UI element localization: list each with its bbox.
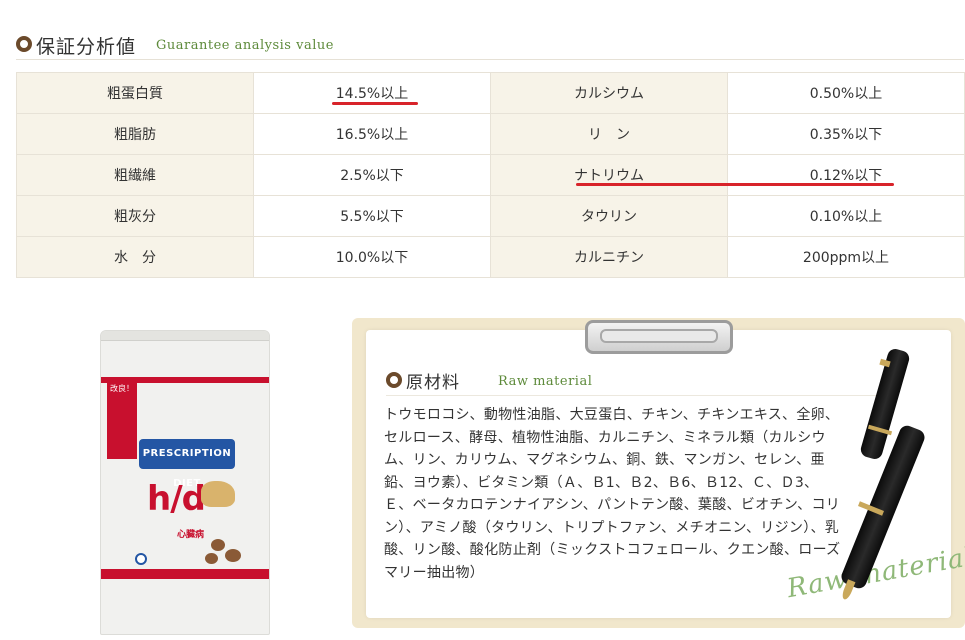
protein-highlight-line [332, 102, 418, 105]
improved-badge: 改良！ [107, 379, 137, 459]
kibble-icon [225, 549, 241, 562]
product-name: h/d [147, 479, 206, 519]
nutrient-value: 0.10%以上 [727, 195, 965, 237]
guarantee-table: 粗蛋白質 14.5%以上 カルシウム 0.50%以上 粗脂肪 16.5%以上 リ… [16, 72, 965, 278]
bag-bottom-band [101, 569, 269, 579]
nutrient-label: タウリン [490, 195, 728, 237]
kibble-icon [211, 539, 225, 551]
nutrient-value: 200ppm以上 [727, 236, 965, 278]
table-row: 粗脂肪 16.5%以上 リ ン 0.35%以下 [16, 113, 965, 155]
nutrient-value: 10.0%以下 [253, 236, 491, 278]
nutrient-label: 粗繊維 [16, 154, 254, 196]
table-row: 粗繊維 2.5%以下 ナトリウム 0.12%以下 [16, 154, 965, 196]
nutrient-value: 0.50%以上 [727, 72, 965, 114]
product-bag-image: 改良！ PRESCRIPTION DIET h/d 心臓病 [100, 330, 270, 635]
raw-material-title: 原材料 [406, 373, 460, 393]
seal-icon [135, 553, 147, 565]
raw-material-header: 原材料 Raw material [386, 366, 886, 396]
nutrient-value: 5.5%以下 [253, 195, 491, 237]
table-row: 粗蛋白質 14.5%以上 カルシウム 0.50%以上 [16, 72, 965, 114]
table-row: 粗灰分 5.5%以下 タウリン 0.10%以上 [16, 195, 965, 237]
guarantee-title: 保証分析値 [36, 36, 137, 58]
nutrient-label: 粗蛋白質 [16, 72, 254, 114]
nutrient-value: 0.12%以下 [727, 154, 965, 196]
guarantee-section-header: 保証分析値 Guarantee analysis value [16, 30, 964, 60]
nutrient-value: 14.5%以上 [253, 72, 491, 114]
nutrient-label: 粗脂肪 [16, 113, 254, 155]
nutrient-label: ナトリウム [490, 154, 728, 196]
nutrient-value: 2.5%以下 [253, 154, 491, 196]
kibble-icon [205, 553, 218, 564]
nutrient-label: 粗灰分 [16, 195, 254, 237]
ring-bullet-icon [16, 36, 32, 52]
raw-material-subtitle: Raw material [498, 374, 593, 389]
nutrient-value: 0.35%以下 [727, 113, 965, 155]
clipboard-clip-icon [585, 320, 733, 354]
dog-icon [201, 481, 235, 507]
nutrient-value: 16.5%以上 [253, 113, 491, 155]
nutrient-label: カルニチン [490, 236, 728, 278]
guarantee-subtitle: Guarantee analysis value [156, 38, 334, 53]
badge-label: 改良！ [110, 384, 134, 393]
sodium-highlight-line [576, 183, 894, 186]
clip-handle [600, 329, 718, 343]
nutrient-label: リ ン [490, 113, 728, 155]
product-category: 心臓病 [177, 530, 205, 540]
brand-logo: PRESCRIPTION DIET [139, 439, 235, 489]
bag-seal [101, 331, 269, 341]
ingredients-text: トウモロコシ、動物性油脂、大豆蛋白、チキン、チキンエキス、全卵、セルロース、酵母… [384, 407, 841, 581]
table-row: 水 分 10.0%以下 カルニチン 200ppm以上 [16, 236, 965, 278]
clipboard: 原材料 Raw material トウモロコシ、動物性油脂、大豆蛋白、チキン、チ… [352, 318, 965, 628]
nutrient-label: カルシウム [490, 72, 728, 114]
ring-bullet-icon [386, 372, 402, 388]
nutrient-label: 水 分 [16, 236, 254, 278]
